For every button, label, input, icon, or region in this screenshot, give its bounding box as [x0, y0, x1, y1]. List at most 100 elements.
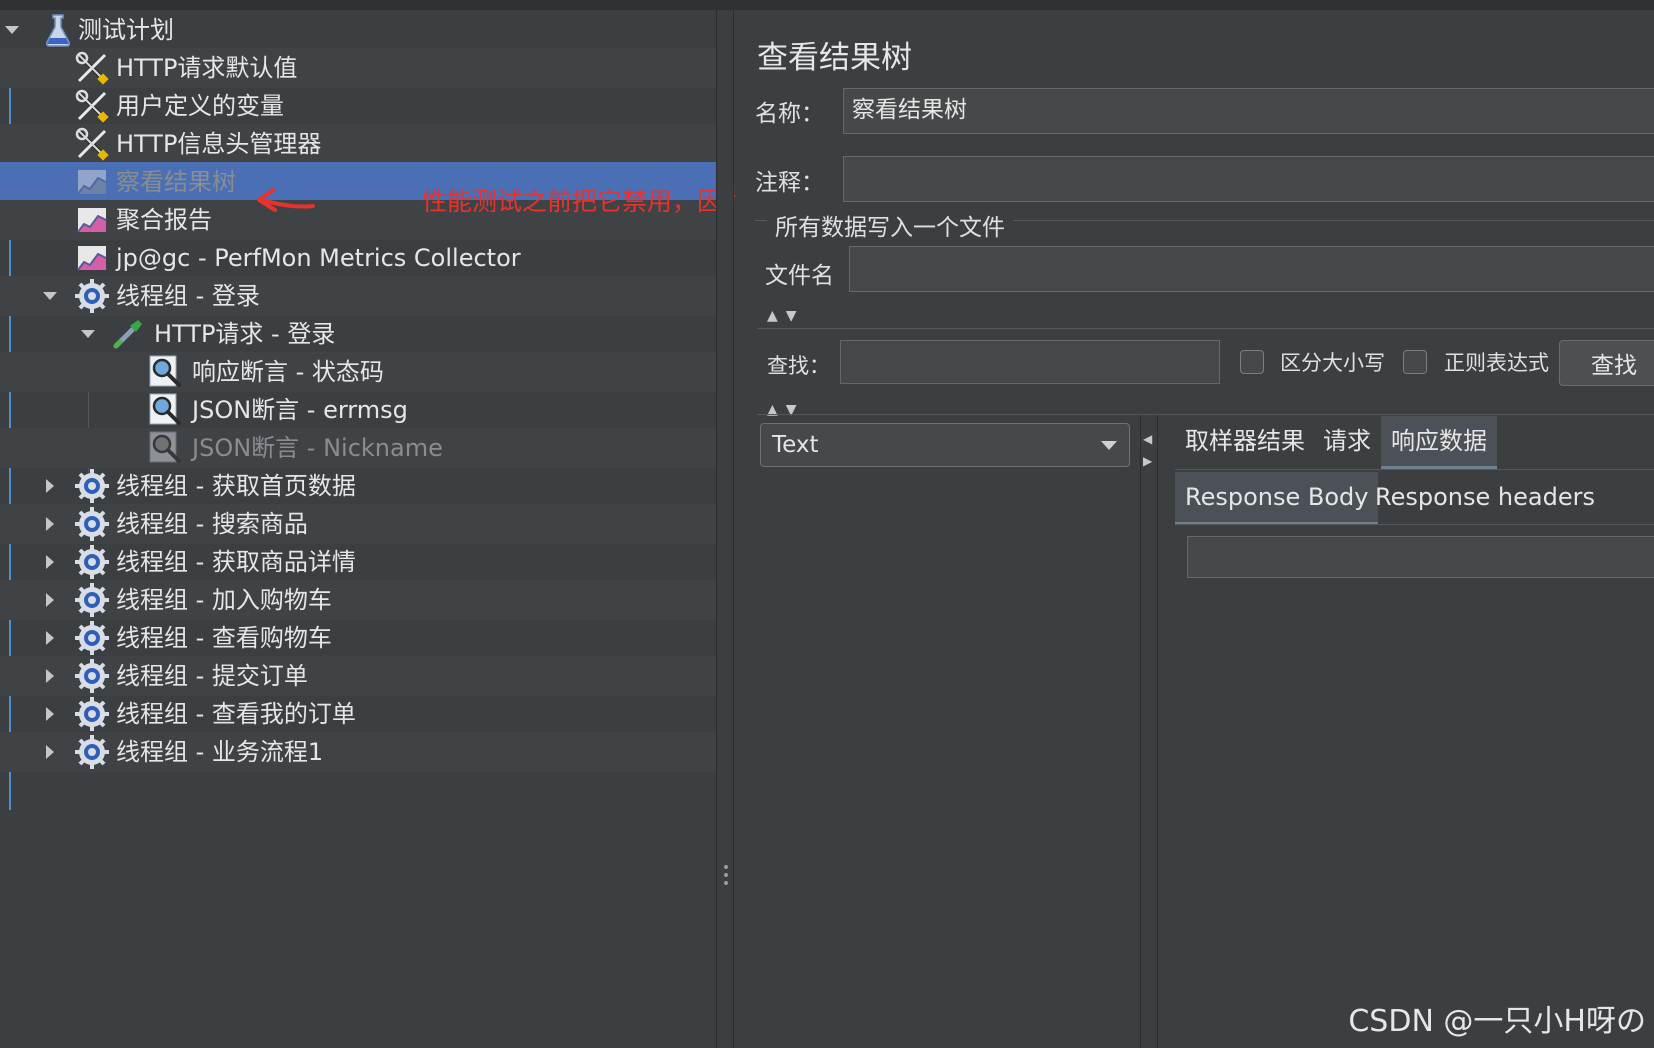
tree-item-label: jp@gc - PerfMon Metrics Collector [116, 244, 521, 272]
tools-icon [74, 50, 110, 86]
expand-toggle-closed-icon[interactable] [41, 743, 59, 761]
result-split-divider-2 [1157, 415, 1158, 1048]
tools-icon [74, 88, 110, 124]
collapse-toggle-icon-2[interactable]: ▲▼ [767, 402, 805, 418]
tree-item[interactable]: 测试计划 [0, 10, 716, 50]
response-search-field[interactable] [1187, 536, 1654, 578]
tree-item[interactable]: 线程组 - 查看我的订单 [0, 694, 716, 734]
gear-icon [74, 468, 110, 504]
magnifier-icon [148, 392, 184, 428]
pipette-icon [110, 316, 146, 352]
expand-toggle-open-icon[interactable] [41, 287, 59, 305]
search-button[interactable]: 查找 [1559, 340, 1654, 386]
tree-item-label: 察看结果树 [116, 168, 236, 196]
filename-field[interactable] [849, 246, 1654, 292]
tree-item-label: 聚合报告 [116, 206, 212, 234]
tree-item-label: 线程组 - 提交订单 [116, 662, 308, 690]
gear-icon [74, 620, 110, 656]
tree-item-label: HTTP请求 - 登录 [154, 320, 336, 348]
search-label: 查找： [767, 354, 830, 378]
tab-sampler-result[interactable]: 取样器结果 [1175, 416, 1315, 466]
chart-listener-icon [74, 240, 110, 276]
tree-item-label: 线程组 - 查看购物车 [116, 624, 332, 652]
tree-item[interactable]: jp@gc - PerfMon Metrics Collector [0, 238, 716, 278]
tree-item[interactable]: 线程组 - 加入购物车 [0, 580, 716, 620]
pane-splitter[interactable] [716, 10, 734, 1048]
regex-checkbox[interactable] [1403, 350, 1427, 374]
collapse-toggle-icon[interactable]: ▲▼ [767, 308, 805, 324]
splitter-grip-icon [724, 865, 728, 889]
tree-item[interactable]: JSON断言 - errmsg [0, 390, 716, 430]
name-label: 名称： [755, 101, 824, 127]
top-edge [0, 0, 1654, 10]
tab-response-data[interactable]: 响应数据 [1381, 416, 1497, 469]
tree-item[interactable]: HTTP信息头管理器 [0, 124, 716, 164]
watermark: CSDN @一只小H呀の [1348, 1004, 1646, 1039]
tree-item[interactable]: 线程组 - 登录 [0, 276, 716, 316]
expand-toggle-closed-icon[interactable] [41, 667, 59, 685]
renderer-select-value: Text [772, 432, 819, 458]
view-results-tree-panel: 查看结果树 名称： 察看结果树 注释： 所有数据写入一个文件 文件名 ▲▼ 查找… [735, 10, 1654, 1048]
tree-item[interactable]: 线程组 - 获取首页数据 [0, 466, 716, 506]
subtab-divider [1175, 524, 1654, 525]
result-split-divider[interactable] [1140, 415, 1141, 1048]
tools-icon [74, 126, 110, 162]
comment-field[interactable] [843, 156, 1654, 202]
tree-item[interactable]: 线程组 - 查看购物车 [0, 618, 716, 658]
case-sensitive-label: 区分大小写 [1280, 351, 1385, 375]
tab-response-body[interactable]: Response Body [1175, 472, 1379, 525]
magnifier-icon [148, 430, 184, 466]
expand-toggle-closed-icon[interactable] [41, 629, 59, 647]
name-field[interactable]: 察看结果树 [843, 88, 1654, 134]
tree-item[interactable]: 线程组 - 搜索商品 [0, 504, 716, 544]
expand-toggle-closed-icon[interactable] [41, 705, 59, 723]
file-group-title: 所有数据写入一个文件 [767, 208, 1013, 242]
tree-item-label: 响应断言 - 状态码 [192, 358, 384, 386]
divider-2 [757, 414, 1654, 415]
test-plan-tree[interactable]: 测试计划 HTTP请求默认值用户定义的变量 HTTP信息头管理器 察看结果树聚合报告 j… [0, 10, 1022, 1048]
gear-icon [74, 278, 110, 314]
expand-toggle-open-icon[interactable] [79, 325, 97, 343]
regex-label: 正则表达式 [1444, 351, 1549, 375]
divider [757, 328, 1654, 329]
tree-item[interactable]: 响应断言 - 状态码 [0, 352, 716, 392]
gear-icon [74, 582, 110, 618]
tree-item[interactable]: 线程组 - 业务流程1 [0, 732, 716, 772]
tree-item-label: 线程组 - 获取首页数据 [116, 472, 356, 500]
tab-response-headers[interactable]: Response headers [1365, 472, 1605, 522]
expand-toggle-closed-icon[interactable] [41, 591, 59, 609]
tree-item[interactable]: 用户定义的变量 [0, 86, 716, 126]
gear-icon [74, 696, 110, 732]
expand-toggle-closed-icon[interactable] [41, 477, 59, 495]
magnifier-icon [148, 354, 184, 390]
chevron-down-icon [1101, 441, 1117, 450]
expand-toggle-open-icon[interactable] [3, 21, 21, 39]
gear-icon [74, 658, 110, 694]
gear-icon [74, 734, 110, 770]
tree-item-label: HTTP请求默认值 [116, 54, 298, 82]
search-input[interactable] [840, 340, 1220, 384]
annotation-arrow-icon [257, 188, 315, 212]
expand-toggle-closed-icon[interactable] [41, 515, 59, 533]
flask-icon [40, 12, 76, 48]
renderer-select[interactable]: Text [760, 423, 1130, 467]
split-arrows-icon[interactable]: ◀ ▶ [1143, 428, 1152, 472]
tree-item-label: 线程组 - 登录 [116, 282, 260, 310]
tree-item-label: 线程组 - 获取商品详情 [116, 548, 356, 576]
tab-request[interactable]: 请求 [1313, 416, 1381, 466]
expand-toggle-closed-icon[interactable] [41, 553, 59, 571]
chart-listener-icon [74, 202, 110, 238]
filename-label: 文件名 [765, 263, 834, 289]
tree-item-label: 线程组 - 加入购物车 [116, 586, 332, 614]
case-sensitive-checkbox[interactable] [1240, 350, 1264, 374]
tree-item[interactable]: HTTP请求默认值 [0, 48, 716, 88]
tree-item[interactable]: 线程组 - 提交订单 [0, 656, 716, 696]
tree-item[interactable]: HTTP请求 - 登录 [0, 314, 716, 354]
page-title: 查看结果树 [757, 40, 912, 76]
tree-item[interactable]: JSON断言 - Nickname [0, 428, 716, 468]
tree-item-label: 线程组 - 查看我的订单 [116, 700, 356, 728]
tree-item-label: HTTP信息头管理器 [116, 130, 322, 158]
gear-icon [74, 506, 110, 542]
gear-icon [74, 544, 110, 580]
tree-item[interactable]: 线程组 - 获取商品详情 [0, 542, 716, 582]
